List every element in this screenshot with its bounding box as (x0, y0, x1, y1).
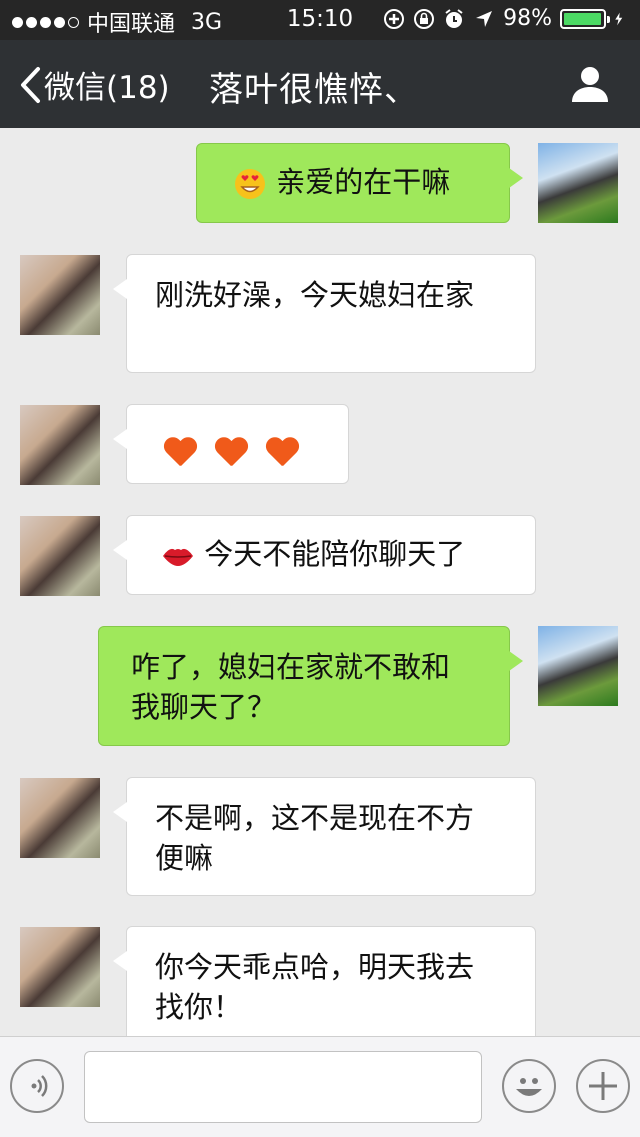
message-bubble-incoming[interactable]: 不是啊，这不是现在不方 便嘛 (113, 777, 536, 896)
status-right: 98% (383, 6, 628, 31)
nav-bar: 微信(18) 落叶很憔悴、 (0, 40, 640, 128)
my-avatar[interactable] (538, 143, 618, 223)
contact-avatar[interactable] (20, 778, 100, 858)
message-bubble-incoming[interactable]: 刚洗好澡，今天媳妇在家 (113, 254, 536, 373)
voice-button[interactable] (10, 1059, 64, 1113)
input-bar (0, 1036, 640, 1137)
heart-emoji-icon (265, 438, 299, 468)
message-bubble-outgoing[interactable]: 亲爱的在干嘛 (196, 143, 523, 223)
chat-title: 落叶很憔悴、 (0, 62, 640, 111)
contact-avatar[interactable] (20, 927, 100, 1007)
lips-emoji-icon (163, 548, 193, 566)
person-icon[interactable] (570, 64, 610, 104)
message-list[interactable]: 亲爱的在干嘛 刚洗好澡，今天媳妇在家 今天不能陪你聊天了 咋了，媳妇在家就不敢和… (0, 128, 640, 1036)
message-text: 亲爱的在干嘛 (276, 165, 451, 199)
contact-avatar[interactable] (20, 405, 100, 485)
heart-emoji-icon (163, 438, 197, 468)
message-text-line: 咋了，媳妇在家就不敢和 (131, 650, 451, 684)
location-arrow-icon (476, 10, 493, 27)
message-input[interactable] (84, 1051, 482, 1123)
battery-level (564, 12, 602, 25)
heart-emoji-icon (214, 438, 248, 468)
add-button[interactable] (576, 1059, 630, 1113)
message-text-line: 我聊天了？ (131, 690, 277, 724)
message-text: 今天不能陪你聊天了 (204, 537, 466, 571)
voice-icon (31, 1075, 48, 1097)
message-text-line: 你今天乖点哈，明天我去 (155, 950, 475, 984)
smiley-icon (516, 1078, 542, 1096)
charging-bolt-icon (615, 12, 623, 25)
chat-title-text: 落叶很憔悴、 (209, 70, 419, 110)
contact-avatar[interactable] (20, 255, 100, 335)
message-bubble-outgoing[interactable]: 咋了，媳妇在家就不敢和 我聊天了？ (98, 626, 523, 746)
plus-icon (589, 1072, 617, 1100)
message-text-line: 不是啊，这不是现在不方 (155, 801, 475, 835)
message-text-line: 找你！ (155, 990, 243, 1024)
message-bubble-incoming[interactable]: 今天不能陪你聊天了 (113, 515, 536, 595)
lock-icon (414, 8, 435, 29)
emoji-button[interactable] (502, 1059, 556, 1113)
heart-eyes-emoji-icon (235, 169, 265, 199)
message-text-line: 便嘛 (155, 841, 214, 875)
alarm-icon (445, 8, 463, 28)
my-avatar[interactable] (538, 626, 618, 706)
battery-icon (560, 8, 610, 29)
contact-avatar[interactable] (20, 516, 100, 596)
battery-percent: 98% (503, 6, 552, 31)
rotation-lock-icon (384, 8, 405, 29)
message-bubble-incoming[interactable]: 你今天乖点哈，明天我去 找你！ (113, 926, 536, 1036)
status-bar: 中国联通 3G 15:10 98% (0, 0, 640, 40)
message-bubble-incoming[interactable] (113, 404, 349, 484)
message-text: 刚洗好澡，今天媳妇在家 (155, 278, 475, 312)
